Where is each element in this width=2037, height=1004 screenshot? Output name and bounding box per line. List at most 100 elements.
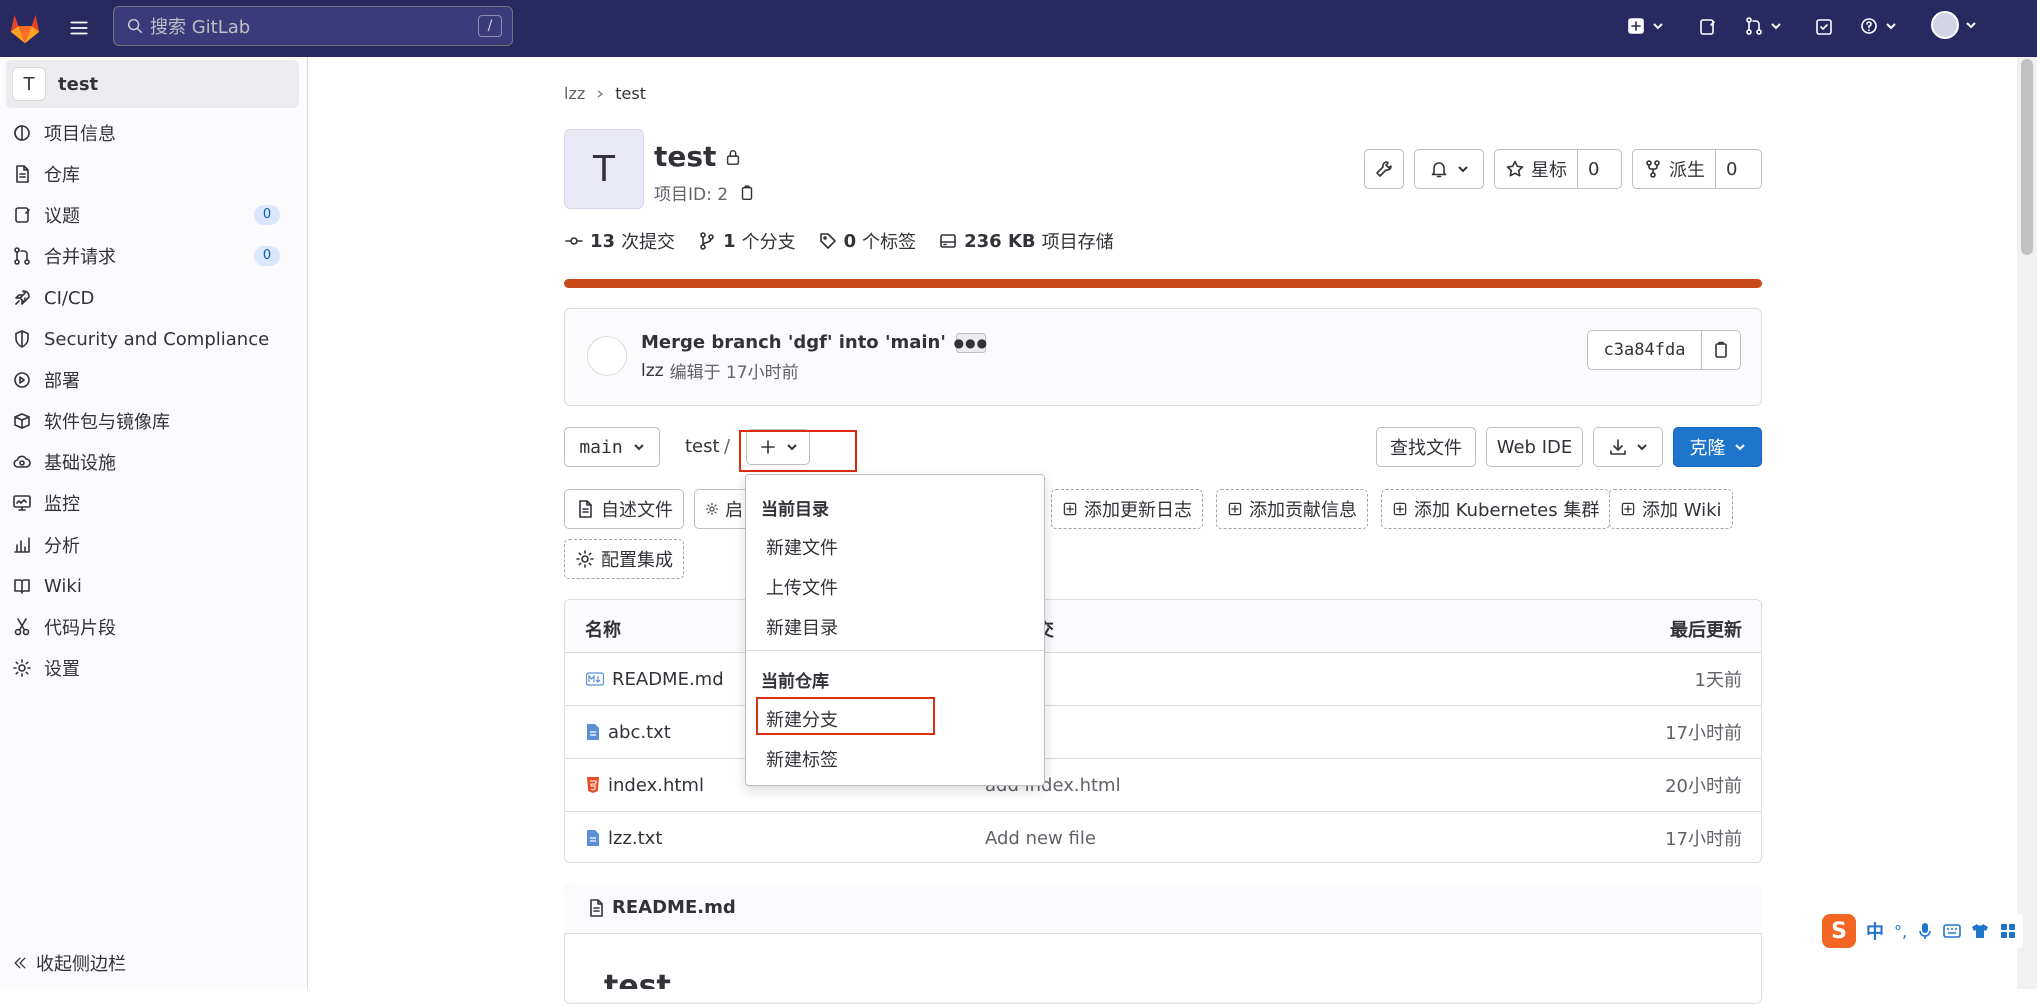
upload-file-menu-item[interactable]: 上传文件 — [766, 574, 838, 600]
file-name-cell[interactable]: abc.txt — [586, 722, 671, 743]
sidebar-item-monitor[interactable]: 监控 — [12, 484, 298, 522]
sidebar-item-shield[interactable]: Security and Compliance — [12, 320, 298, 358]
commit-author[interactable]: lzz — [641, 361, 664, 381]
expand-commit-description-button[interactable]: ●●● — [954, 332, 987, 353]
add-wiki-button[interactable]: 添加 Wiki — [1609, 489, 1733, 529]
issues-icon[interactable] — [1697, 17, 1717, 37]
chevron-right-icon — [597, 89, 604, 98]
fork-count[interactable]: 0 — [1716, 159, 1747, 180]
search-placeholder: 搜索 GitLab — [150, 17, 251, 38]
tags-stat[interactable]: 0 个标签 — [818, 228, 917, 254]
menu-icon[interactable] — [68, 17, 90, 39]
path-root[interactable]: test — [685, 436, 720, 457]
chart-icon — [14, 537, 30, 553]
grid-menu-icon[interactable] — [1999, 922, 2017, 940]
clone-label: 克隆 — [1689, 438, 1726, 459]
new-tag-menu-item[interactable]: 新建标签 — [766, 746, 838, 772]
sidebar-item-label: 代码片段 — [44, 618, 116, 639]
branches-stat[interactable]: 1 个分支 — [697, 228, 796, 254]
file-name[interactable]: README.md — [612, 669, 724, 690]
file-name[interactable]: index.html — [608, 775, 704, 796]
sidebar-item-merge-request[interactable]: 合并请求 0 — [12, 237, 298, 275]
search-icon — [127, 18, 143, 34]
file-name-cell[interactable]: README.md — [586, 669, 724, 690]
add-kubernetes-button[interactable]: 添加 Kubernetes 集群 — [1381, 489, 1611, 529]
sidebar-item-deployments[interactable]: 部署 — [12, 361, 298, 399]
sidebar-item-label: CI/CD — [44, 287, 95, 309]
markdown-icon — [586, 672, 604, 686]
sidebar-item-settings[interactable]: 设置 — [12, 649, 298, 687]
file-name-cell[interactable]: lzz.txt — [586, 828, 662, 849]
sidebar-item-label: 分析 — [44, 536, 80, 557]
ime-language[interactable]: 中 — [1866, 918, 1884, 944]
skin-shirt-icon[interactable] — [1971, 922, 1989, 940]
collapse-sidebar-label: 收起侧边栏 — [36, 954, 126, 975]
ime-punctuation-icon[interactable]: °, — [1894, 922, 1907, 941]
page-scrollbar[interactable] — [2017, 57, 2037, 989]
commit-sha[interactable]: c3a84fda — [1587, 330, 1702, 370]
last-commit-message[interactable]: Add new file — [985, 828, 1096, 849]
gitlab-logo-icon[interactable] — [6, 9, 44, 47]
help-icon — [1861, 18, 1877, 34]
breadcrumb-project[interactable]: test — [615, 84, 646, 103]
plus-square-icon — [1228, 502, 1242, 516]
sidebar-item-repository[interactable]: 仓库 — [12, 155, 298, 193]
copy-sha-button[interactable] — [1701, 330, 1741, 370]
microphone-icon[interactable] — [1917, 921, 1933, 941]
storage-stat[interactable]: 236 KB 项目存储 — [938, 228, 1114, 254]
sidebar-item-book[interactable]: Wiki — [12, 567, 298, 605]
file-name[interactable]: abc.txt — [608, 722, 671, 743]
add-changelog-button[interactable]: 添加更新日志 — [1051, 489, 1203, 529]
create-new-button[interactable] — [1626, 16, 1664, 36]
file-name-cell[interactable]: index.html — [586, 775, 704, 796]
tags-label: 个标签 — [862, 232, 917, 253]
sidebar-item-cloud[interactable]: 基础设施 — [12, 443, 298, 481]
rocket-icon — [15, 290, 30, 305]
add-contributing-button[interactable]: 添加贡献信息 — [1216, 489, 1368, 529]
dropdown-section-directory: 当前目录 — [761, 500, 829, 520]
sidebar-project-header[interactable]: T test — [6, 60, 299, 108]
readme-button[interactable]: 自述文件 — [564, 489, 684, 529]
copy-id-icon[interactable] — [738, 184, 756, 202]
sidebar-item-chart[interactable]: 分析 — [12, 526, 298, 564]
count-badge: 0 — [254, 205, 280, 225]
sidebar-item-label: 软件包与镜像库 — [44, 412, 170, 433]
breadcrumb-group[interactable]: lzz — [564, 84, 585, 103]
help-button[interactable] — [1859, 16, 1897, 36]
todo-icon[interactable] — [1814, 17, 1834, 37]
notification-button[interactable] — [1414, 149, 1484, 189]
new-directory-menu-item[interactable]: 新建目录 — [766, 614, 838, 640]
clone-button[interactable]: 克隆 — [1673, 427, 1762, 467]
settings-wrench-button[interactable] — [1364, 149, 1404, 189]
sidebar-item-issues[interactable]: 议题 0 — [12, 196, 298, 234]
branch-selector[interactable]: main — [564, 427, 660, 467]
keyboard-icon[interactable] — [1943, 923, 1961, 939]
find-file-button[interactable]: 查找文件 — [1376, 427, 1476, 467]
web-ide-button[interactable]: Web IDE — [1486, 427, 1583, 467]
commit-title[interactable]: Merge branch 'dgf' into 'main' — [641, 332, 946, 353]
text-file-icon — [586, 829, 600, 847]
file-name[interactable]: lzz.txt — [608, 828, 662, 849]
sidebar-item-project[interactable]: 项目信息 — [12, 114, 298, 152]
star-count[interactable]: 0 — [1578, 159, 1609, 180]
sidebar-item-package[interactable]: 软件包与镜像库 — [12, 402, 298, 440]
user-menu-button[interactable] — [1931, 11, 1977, 39]
scrollbar-thumb[interactable] — [2021, 59, 2033, 255]
download-button[interactable] — [1593, 427, 1663, 467]
new-file-menu-item[interactable]: 新建文件 — [766, 534, 838, 560]
sidebar-item-rocket[interactable]: CI/CD — [12, 279, 298, 317]
star-button[interactable]: 星标 0 — [1494, 149, 1622, 189]
search-input[interactable]: 搜索 GitLab / — [113, 6, 513, 46]
readme-filename[interactable]: README.md — [612, 897, 736, 918]
commits-count: 13 — [590, 230, 616, 252]
configure-integrations-button[interactable]: 配置集成 — [564, 539, 684, 579]
merge-requests-button[interactable] — [1744, 16, 1782, 36]
ime-toolbar[interactable]: S 中 °, — [1816, 914, 2024, 948]
commits-stat[interactable]: 13 次提交 — [564, 228, 675, 254]
collapse-sidebar-button[interactable]: 收起侧边栏 — [12, 950, 126, 976]
fork-button[interactable]: 派生 0 — [1632, 149, 1762, 189]
package-icon — [14, 413, 30, 429]
sidebar-item-snippet[interactable]: 代码片段 — [12, 608, 298, 646]
project-avatar: T — [12, 67, 46, 101]
repository-language-bar — [564, 279, 1762, 288]
